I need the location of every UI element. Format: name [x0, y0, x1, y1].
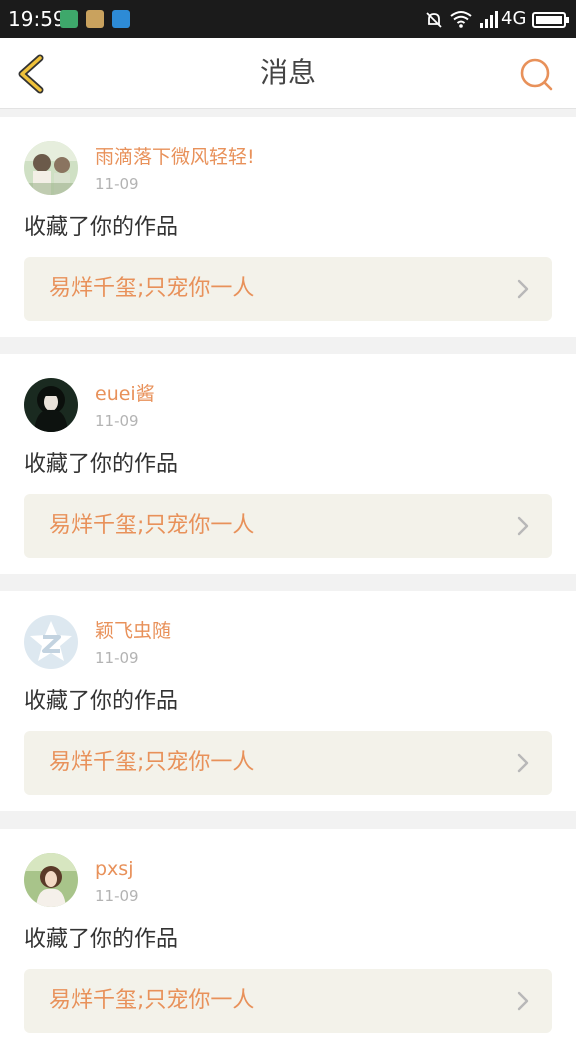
work-title: 易烊千玺;只宠你一人 [49, 988, 255, 1013]
network-type: 4G [501, 8, 527, 29]
work-title: 易烊千玺;只宠你一人 [49, 513, 255, 538]
avatar[interactable] [24, 615, 78, 669]
work-link[interactable]: 易烊千玺;只宠你一人 [24, 969, 552, 1033]
shield-app-icon [60, 10, 78, 28]
search-icon[interactable] [514, 52, 558, 96]
work-link[interactable]: 易烊千玺;只宠你一人 [24, 257, 552, 321]
message-action: 收藏了你的作品 [24, 215, 179, 240]
wifi-icon [450, 11, 472, 28]
message-card: euei酱 11-09 收藏了你的作品 易烊千玺;只宠你一人 [0, 354, 576, 574]
folder-app-icon [86, 10, 104, 28]
username[interactable]: euei酱 [95, 382, 155, 406]
message-date: 11-09 [95, 887, 139, 905]
work-title: 易烊千玺;只宠你一人 [49, 276, 255, 301]
page-title: 消息 [259, 56, 316, 89]
signal-icon [480, 11, 498, 28]
work-link[interactable]: 易烊千玺;只宠你一人 [24, 494, 552, 558]
message-action: 收藏了你的作品 [24, 927, 179, 952]
status-bar: 19:59 4G [0, 0, 576, 38]
header-bar: 消息 [0, 38, 576, 109]
scan-app-icon [112, 10, 130, 28]
username[interactable]: pxsj [95, 857, 133, 881]
chevron-right-icon [517, 516, 529, 536]
status-time: 19:59 [8, 7, 66, 31]
message-card: 雨滴落下微风轻轻! 11-09 收藏了你的作品 易烊千玺;只宠你一人 [0, 117, 576, 337]
battery-icon [532, 12, 569, 28]
work-title: 易烊千玺;只宠你一人 [49, 750, 255, 775]
avatar[interactable] [24, 141, 78, 195]
message-card: 颖飞虫随 11-09 收藏了你的作品 易烊千玺;只宠你一人 [0, 591, 576, 811]
message-date: 11-09 [95, 175, 139, 193]
chevron-right-icon [517, 753, 529, 773]
avatar[interactable] [24, 853, 78, 907]
username[interactable]: 颖飞虫随 [95, 619, 171, 643]
message-date: 11-09 [95, 649, 139, 667]
message-action: 收藏了你的作品 [24, 689, 179, 714]
message-action: 收藏了你的作品 [24, 452, 179, 477]
mute-bell-icon [426, 12, 442, 28]
work-link[interactable]: 易烊千玺;只宠你一人 [24, 731, 552, 795]
chevron-right-icon [517, 991, 529, 1011]
chevron-right-icon [517, 279, 529, 299]
message-date: 11-09 [95, 412, 139, 430]
username[interactable]: 雨滴落下微风轻轻! [95, 145, 255, 169]
message-card: pxsj 11-09 收藏了你的作品 易烊千玺;只宠你一人 [0, 829, 576, 1049]
avatar[interactable] [24, 378, 78, 432]
